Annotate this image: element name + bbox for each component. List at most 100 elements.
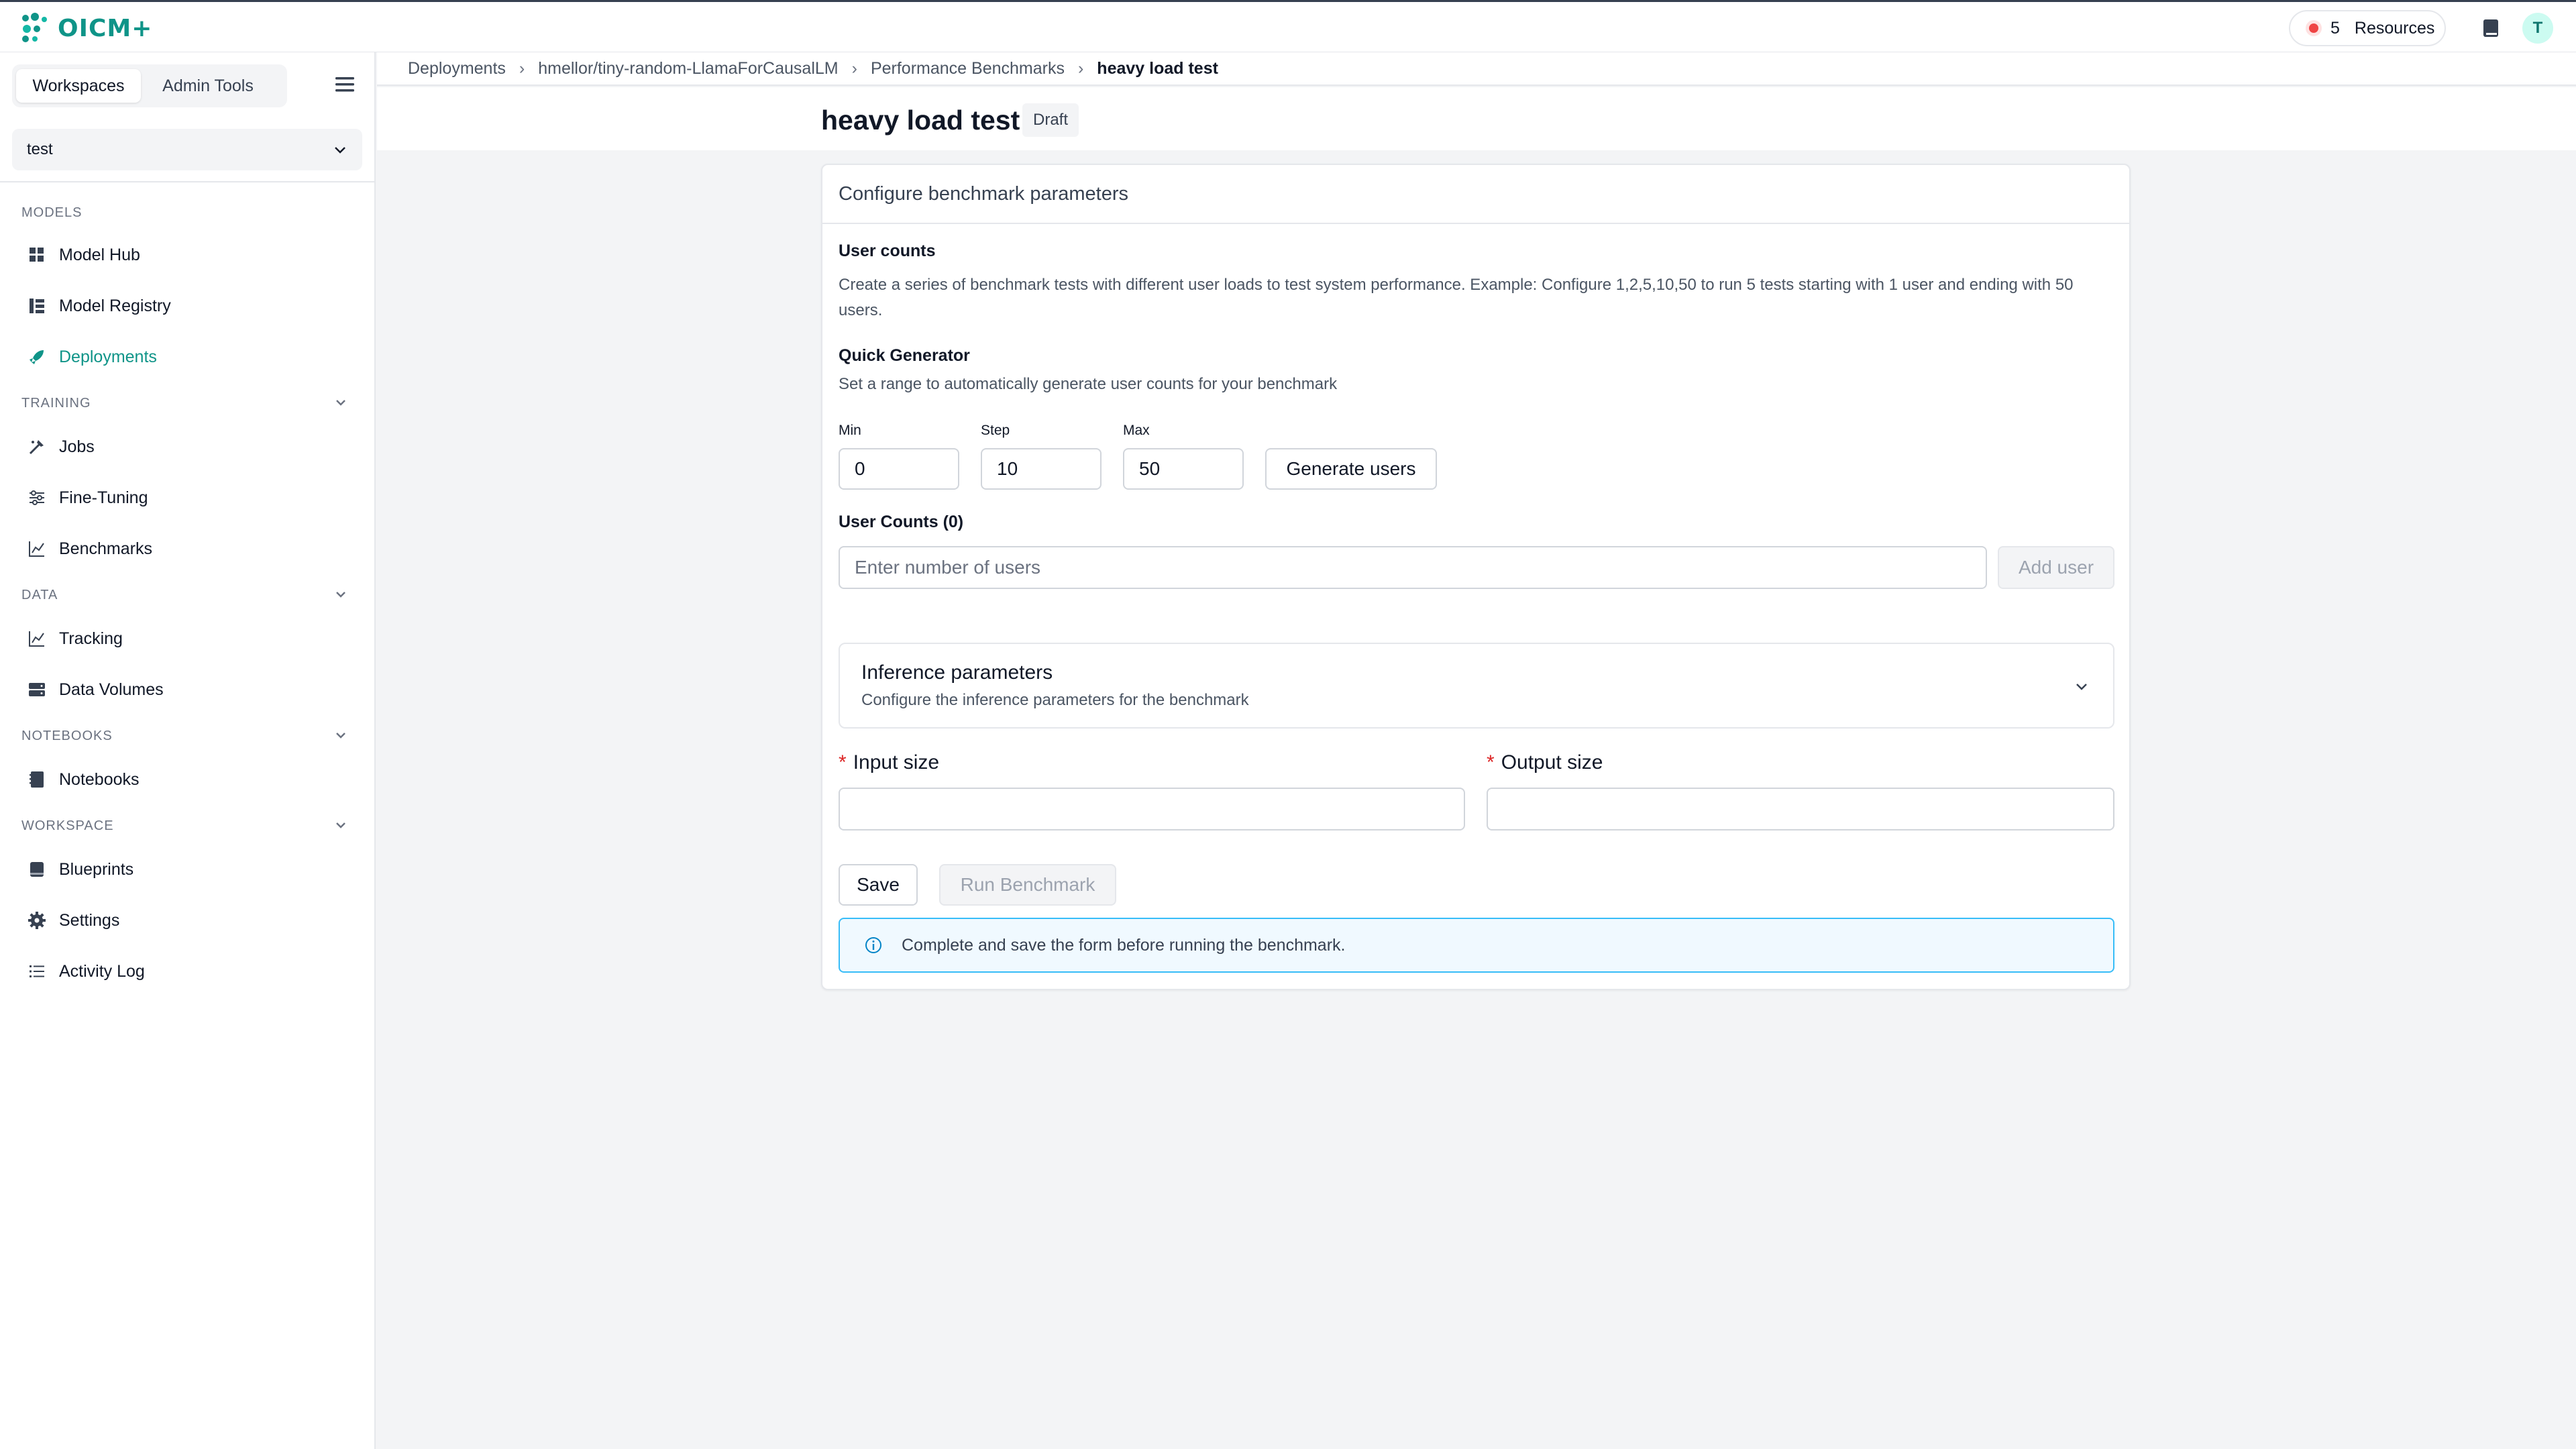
user-counts-title: User counts <box>839 241 936 260</box>
sidebar-item-label: Benchmarks <box>59 539 152 558</box>
step-input[interactable] <box>981 448 1102 490</box>
info-icon <box>865 937 881 953</box>
chevron-down-icon[interactable] <box>333 817 349 833</box>
workspace-select[interactable]: test <box>12 129 362 170</box>
inference-subtitle: Configure the inference parameters for t… <box>861 691 1249 709</box>
sidebar-item-label: Settings <box>59 910 120 930</box>
model-hub-icon <box>27 245 47 265</box>
sidebar-item-label: Data Volumes <box>59 680 164 699</box>
sidebar-item-model-registry[interactable]: Model Registry <box>27 286 362 326</box>
sidebar-item-label: Model Registry <box>59 296 171 315</box>
sidebar-item-label: Tracking <box>59 629 123 648</box>
workspace-select-value: test <box>27 140 53 158</box>
gear-icon <box>27 910 47 930</box>
sidebar-item-label: Fine-Tuning <box>59 488 148 507</box>
app-logo[interactable]: OICM+ <box>19 11 152 45</box>
benchmark-config-card: Configure benchmark parameters User coun… <box>821 164 2131 990</box>
input-size-field[interactable] <box>839 788 1465 830</box>
sidebar-item-fine-tuning[interactable]: Fine-Tuning <box>27 478 362 518</box>
min-input[interactable] <box>839 448 959 490</box>
avatar[interactable]: T <box>2522 13 2553 44</box>
output-size-label: * Output size <box>1487 751 1603 774</box>
jobs-icon <box>27 437 47 457</box>
step-label: Step <box>981 423 1010 438</box>
sidebar-item-label: Model Hub <box>59 245 140 264</box>
output-size-label-text: Output size <box>1501 751 1603 773</box>
required-marker: * <box>1487 751 1495 773</box>
notebook-icon <box>27 769 47 790</box>
chevron-right-icon: › <box>851 58 857 78</box>
user-counts-list-label: User Counts (0) <box>839 513 964 531</box>
status-dot-icon <box>2309 23 2318 33</box>
chevron-right-icon: › <box>519 58 525 78</box>
info-message: Complete and save the form before runnin… <box>902 935 1346 955</box>
chevron-down-icon[interactable] <box>333 727 349 743</box>
save-button[interactable]: Save <box>839 864 918 906</box>
breadcrumb-deployments[interactable]: Deployments <box>408 59 506 78</box>
input-size-label: * Input size <box>839 751 939 774</box>
tab-workspaces[interactable]: Workspaces <box>16 69 141 103</box>
chevron-down-icon <box>2076 684 2087 690</box>
quick-generator-title: Quick Generator <box>839 346 970 365</box>
tab-admin-tools[interactable]: Admin Tools <box>141 69 275 103</box>
breadcrumb-deployment[interactable]: hmellor/tiny-random-LlamaForCausalLM <box>538 59 838 78</box>
model-registry-icon <box>27 296 47 316</box>
sidebar-item-data-volumes[interactable]: Data Volumes <box>27 669 362 710</box>
sidebar-item-model-hub[interactable]: Model Hub <box>27 235 362 275</box>
storage-icon <box>27 680 47 700</box>
sidebar-item-activity-log[interactable]: Activity Log <box>27 951 362 991</box>
section-notebooks: NOTEBOOKS <box>21 729 113 743</box>
sidebar-item-label: Blueprints <box>59 859 134 879</box>
list-icon <box>27 961 47 981</box>
chevron-right-icon: › <box>1077 58 1084 78</box>
run-benchmark-button[interactable]: Run Benchmark <box>939 864 1116 906</box>
section-workspace: WORKSPACE <box>21 818 114 833</box>
resources-label: Resources <box>2354 18 2435 38</box>
page-title: heavy load test <box>821 105 1020 136</box>
sidebar-item-notebooks[interactable]: Notebooks <box>27 759 362 800</box>
max-input[interactable] <box>1123 448 1244 490</box>
breadcrumb-performance-benchmarks[interactable]: Performance Benchmarks <box>871 59 1065 78</box>
logo-mark-icon <box>22 13 47 42</box>
section-models: MODELS <box>21 205 83 220</box>
sidebar-item-label: Activity Log <box>59 961 145 981</box>
card-title: Configure benchmark parameters <box>822 165 2129 224</box>
sidebar-item-benchmarks[interactable]: Benchmarks <box>27 529 362 569</box>
user-counts-help: Create a series of benchmark tests with … <box>839 276 2074 319</box>
chart-line-icon <box>27 629 47 649</box>
required-marker: * <box>839 751 847 773</box>
chevron-down-icon <box>335 147 345 154</box>
sidebar: Workspaces Admin Tools test MODELS Model… <box>0 52 376 1449</box>
input-size-label-text: Input size <box>853 751 940 773</box>
menu-icon[interactable] <box>333 72 357 97</box>
inference-parameters-accordion[interactable]: Inference parameters Configure the infer… <box>839 643 2114 729</box>
docs-book-icon[interactable] <box>2479 17 2502 40</box>
breadcrumb-current: heavy load test <box>1097 58 1218 78</box>
resources-button[interactable]: 5 Resources <box>2289 10 2446 46</box>
generate-users-button[interactable]: Generate users <box>1265 448 1437 490</box>
blueprint-icon <box>27 859 47 879</box>
sliders-icon <box>27 488 47 508</box>
output-size-field[interactable] <box>1487 788 2114 830</box>
sidebar-mode-tabs: Workspaces Admin Tools <box>12 64 287 107</box>
sidebar-item-jobs[interactable]: Jobs <box>27 427 362 467</box>
chevron-down-icon[interactable] <box>333 586 349 602</box>
sidebar-item-blueprints[interactable]: Blueprints <box>27 849 362 890</box>
sidebar-item-tracking[interactable]: Tracking <box>27 619 362 659</box>
breadcrumb: Deployments › hmellor/tiny-random-LlamaF… <box>377 52 2576 86</box>
user-count-input[interactable] <box>839 546 1987 589</box>
sidebar-item-settings[interactable]: Settings <box>27 900 362 941</box>
section-data: DATA <box>21 588 58 602</box>
section-training: TRAINING <box>21 396 91 411</box>
resources-count: 5 <box>2330 18 2340 38</box>
rocket-icon <box>27 347 47 367</box>
inference-title: Inference parameters <box>861 661 1053 684</box>
info-alert: Complete and save the form before runnin… <box>839 918 2114 973</box>
sidebar-item-label: Jobs <box>59 437 95 456</box>
logo-text: OICM+ <box>58 14 153 42</box>
top-bar: OICM+ 5 Resources T <box>0 0 2576 52</box>
sidebar-item-deployments[interactable]: Deployments <box>27 337 362 377</box>
chevron-down-icon[interactable] <box>333 394 349 411</box>
add-user-button[interactable]: Add user <box>1998 546 2114 589</box>
sidebar-item-label: Deployments <box>59 347 157 366</box>
